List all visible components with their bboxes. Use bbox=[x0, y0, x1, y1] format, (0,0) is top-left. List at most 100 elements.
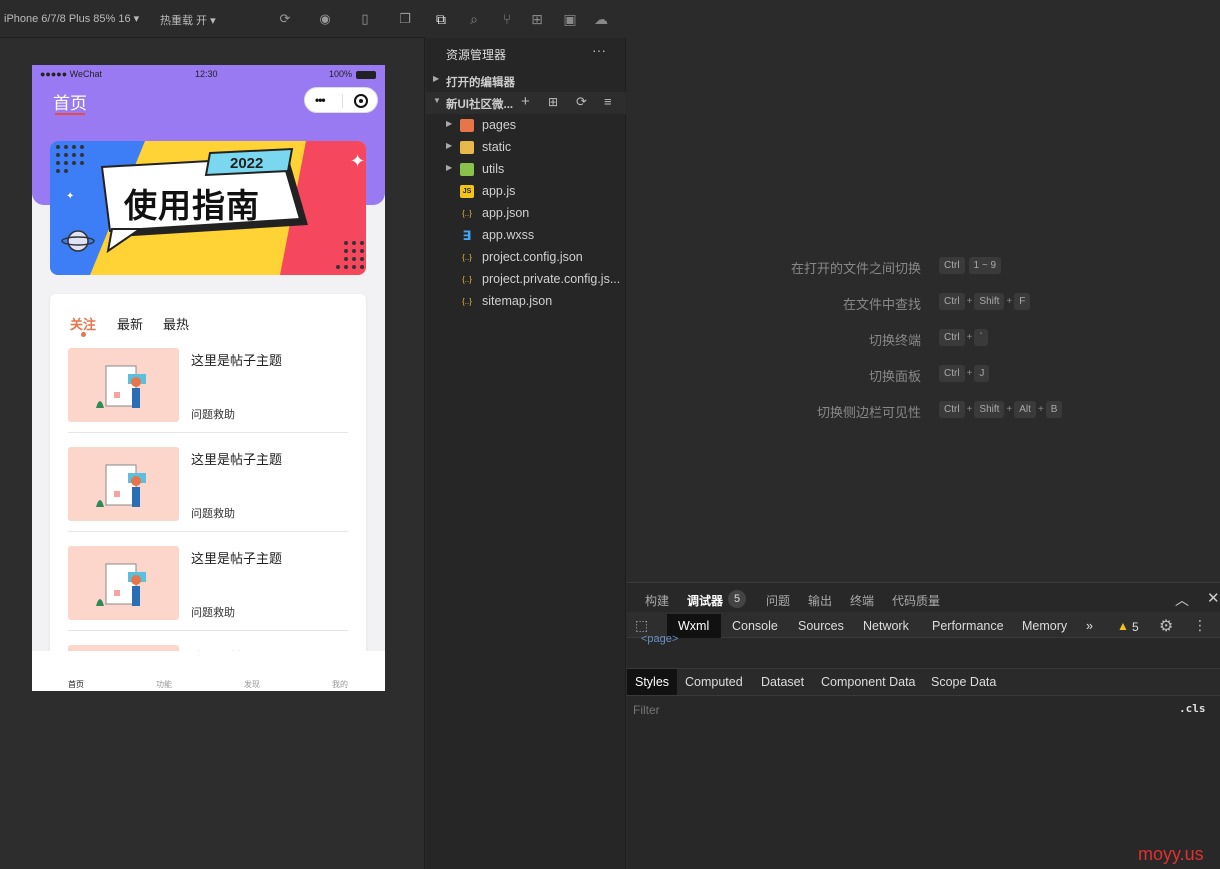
cloud-icon[interactable]: ☁ bbox=[592, 10, 610, 28]
files-icon[interactable]: ⧉ bbox=[432, 10, 450, 28]
project-label: 新UI社区微... bbox=[446, 99, 514, 111]
json-file-icon: {..} bbox=[462, 297, 472, 306]
post-thumbnail bbox=[68, 447, 179, 521]
tabbar-features[interactable]: 功能 bbox=[144, 679, 184, 690]
file-item[interactable]: {..} project.config.json bbox=[426, 247, 626, 269]
keycap: Shift bbox=[974, 293, 1005, 310]
post-card: 关注 最新 最热 这里是帖子主题 问题救助 这里是帖子主题 问题救助 这里是帖子… bbox=[50, 294, 366, 691]
more-icon[interactable]: ••• bbox=[315, 93, 326, 107]
json-file-icon: {..} bbox=[462, 253, 472, 262]
warning-count[interactable]: 5 bbox=[1132, 620, 1139, 634]
keycap: Ctrl bbox=[939, 293, 965, 310]
post-item[interactable]: 这里是帖子主题 问题救助 bbox=[68, 546, 348, 638]
tab-problems[interactable]: 问题 bbox=[766, 592, 790, 609]
file-item[interactable]: ∃ app.wxss bbox=[426, 225, 626, 247]
tab-styles[interactable]: Styles bbox=[635, 675, 669, 689]
keycap: B bbox=[1045, 401, 1063, 418]
device-selector[interactable]: iPhone 6/7/8 Plus 85% 16 ▾ bbox=[4, 12, 139, 25]
styles-filter-input[interactable] bbox=[631, 699, 1161, 721]
tab-memory[interactable]: Memory bbox=[1022, 619, 1067, 633]
record-icon[interactable]: ◉ bbox=[317, 11, 333, 27]
tab-console[interactable]: Console bbox=[732, 619, 778, 633]
shortcut-keys: Ctrl + Shift + Alt + B bbox=[937, 401, 1064, 418]
keycap: J bbox=[974, 365, 990, 382]
refresh-icon[interactable]: ⟳ bbox=[277, 11, 293, 27]
post-item[interactable]: 这里是帖子主题 问题救助 bbox=[68, 348, 348, 440]
tab-terminal[interactable]: 终端 bbox=[850, 592, 874, 609]
phone-icon[interactable]: ▯ bbox=[357, 11, 373, 27]
tab-network[interactable]: Network bbox=[863, 619, 909, 633]
tab-component-data[interactable]: Component Data bbox=[821, 675, 916, 689]
file-item[interactable]: {..} app.json bbox=[426, 203, 626, 225]
collapse-all-icon[interactable]: ≡ bbox=[604, 94, 612, 109]
file-item[interactable]: {..} project.private.config.js... bbox=[426, 269, 626, 291]
tab-code-quality[interactable]: 代码质量 bbox=[892, 592, 940, 609]
page-node[interactable]: <page> bbox=[641, 633, 678, 645]
close-icon[interactable]: ✕ bbox=[1207, 589, 1220, 607]
window-icon[interactable]: ❐ bbox=[397, 11, 413, 27]
keycap: Shift bbox=[974, 401, 1005, 418]
settings-icon[interactable]: ⚙ bbox=[1159, 616, 1173, 636]
refresh-explorer-icon[interactable]: ⟳ bbox=[576, 94, 587, 110]
post-tag: 问题救助 bbox=[191, 607, 235, 619]
search-icon[interactable]: ⌕ bbox=[465, 10, 483, 28]
project-section[interactable]: ▼ 新UI社区微... + ⊞ ⟳ ≡ bbox=[426, 92, 626, 114]
tab-dataset[interactable]: Dataset bbox=[761, 675, 804, 689]
file-item[interactable]: {..} sitemap.json bbox=[426, 291, 626, 313]
close-miniprogram-icon[interactable] bbox=[354, 94, 368, 108]
tab-output[interactable]: 输出 bbox=[808, 592, 832, 609]
tab-latest[interactable]: 最新 bbox=[117, 314, 143, 333]
file-item[interactable]: JS app.js bbox=[426, 181, 626, 203]
devtools-panel: 构建 调试器 5 问题 输出 终端 代码质量 ︿ ✕ ⬚ Wxml Consol… bbox=[627, 582, 1220, 869]
keycap: ` bbox=[974, 329, 988, 346]
chevron-up-icon[interactable]: ︿ bbox=[1175, 590, 1189, 610]
folder-item[interactable]: ▶ static bbox=[426, 137, 626, 159]
tab-debugger[interactable]: 调试器 bbox=[687, 592, 723, 609]
hot-reload-toggle[interactable]: 热重载 开 ▾ bbox=[160, 12, 216, 28]
guide-banner[interactable]: ✦ ✦ 2022 使用指南 bbox=[50, 141, 366, 275]
tabbar-mine[interactable]: 我的 bbox=[320, 679, 360, 690]
tab-wxml[interactable]: Wxml bbox=[678, 619, 709, 633]
keycap: Ctrl bbox=[939, 365, 965, 382]
tabbar-home[interactable]: 首页 bbox=[56, 679, 96, 690]
capsule-divider bbox=[342, 94, 343, 108]
tab-computed[interactable]: Computed bbox=[685, 675, 743, 689]
folder-utils-icon bbox=[460, 163, 474, 176]
tab-performance[interactable]: Performance bbox=[932, 619, 1004, 633]
post-item[interactable]: 这里是帖子主题 问题救助 bbox=[68, 447, 348, 539]
more-actions-icon[interactable]: ··· bbox=[592, 42, 606, 58]
inspect-icon[interactable]: ⬚ bbox=[635, 617, 648, 634]
tab-scope-data[interactable]: Scope Data bbox=[931, 675, 996, 689]
storage-icon[interactable]: ▣ bbox=[561, 10, 579, 28]
tab-sources[interactable]: Sources bbox=[798, 619, 844, 633]
folder-icon bbox=[460, 141, 474, 154]
watermark: moyy.us bbox=[1138, 844, 1204, 864]
title-underline bbox=[55, 113, 85, 115]
cls-toggle[interactable]: .cls bbox=[1179, 702, 1206, 715]
divider bbox=[68, 630, 348, 631]
folder-item[interactable]: ▶ pages bbox=[426, 115, 626, 137]
editor-area: 在打开的文件之间切换 Ctrl 1 ~ 9 在文件中查找 Ctrl + Shift + F 切换终… bbox=[627, 0, 1220, 582]
post-title: 这里是帖子主题 bbox=[191, 551, 283, 566]
shortcut-label: 切换侧边栏可见性 bbox=[816, 405, 921, 420]
tab-hottest[interactable]: 最热 bbox=[163, 314, 189, 333]
new-folder-icon[interactable]: ⊞ bbox=[548, 95, 558, 109]
keycap: F bbox=[1014, 293, 1031, 310]
more-tabs-icon[interactable]: » bbox=[1086, 619, 1093, 633]
keycap: 1 ~ 9 bbox=[968, 257, 1002, 274]
tab-follow[interactable]: 关注 bbox=[70, 314, 96, 333]
shortcut-keys: Ctrl + J bbox=[937, 365, 991, 382]
kebab-menu-icon[interactable]: ⋮ bbox=[1193, 617, 1207, 634]
post-title: 这里是帖子主题 bbox=[191, 353, 283, 368]
shortcut-keys: Ctrl + Shift + F bbox=[937, 293, 1032, 310]
open-editors-section[interactable]: ▶ 打开的编辑器 bbox=[426, 70, 626, 92]
tabbar-discover[interactable]: 发现 bbox=[232, 679, 272, 690]
folder-pages-icon bbox=[460, 119, 474, 132]
tab-build[interactable]: 构建 bbox=[645, 592, 669, 609]
source-control-icon[interactable]: ⑂ bbox=[498, 10, 516, 28]
new-file-icon[interactable]: + bbox=[521, 93, 530, 110]
capsule-menu[interactable]: ••• bbox=[304, 87, 378, 113]
folder-item[interactable]: ▶ utils bbox=[426, 159, 626, 181]
extensions-icon[interactable]: ⊞ bbox=[528, 10, 546, 28]
shortcut-keys: Ctrl + ` bbox=[937, 329, 990, 346]
